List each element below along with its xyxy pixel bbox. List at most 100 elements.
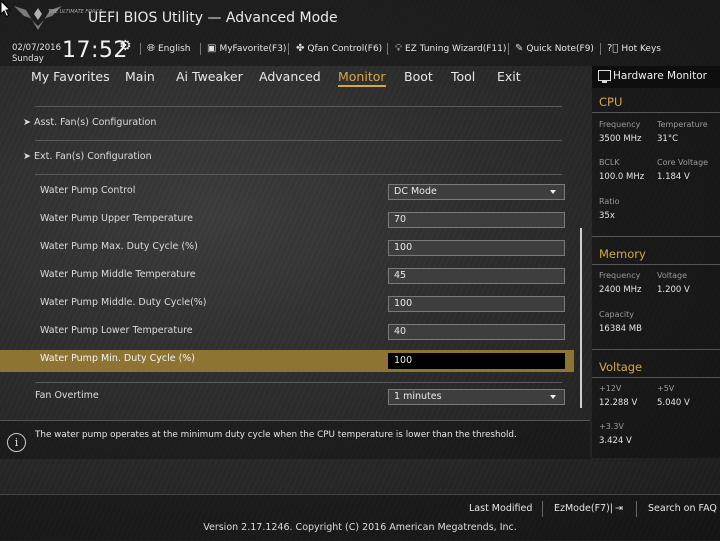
divider <box>592 112 720 113</box>
language-label: English <box>158 44 191 54</box>
middle-temperature-input[interactable]: 45 <box>388 268 565 284</box>
tab-main[interactable]: Main <box>125 69 155 84</box>
toolbar-divider <box>200 43 201 55</box>
toolbar-divider <box>140 43 141 55</box>
divider <box>592 264 720 265</box>
footer-divider <box>542 501 543 517</box>
exit-arrow-icon: ⇥ <box>615 503 623 514</box>
setting-label: Water Pump Middle Temperature <box>40 269 196 280</box>
ratio-value: 35x <box>599 211 615 221</box>
help-bar: i The water pump operates at the minimum… <box>0 420 590 459</box>
day-text: Sunday <box>12 54 44 64</box>
max-duty-cycle-input[interactable]: 100 <box>388 240 565 256</box>
cpu-temperature-label: Temperature <box>657 120 708 129</box>
memory-frequency-value: 2400 MHz <box>599 285 642 295</box>
setting-label: Water Pump Min. Duty Cycle (%) <box>40 353 196 364</box>
memory-voltage-value: 1.200 V <box>657 285 690 295</box>
tab-my-favorites[interactable]: My Favorites <box>31 69 110 84</box>
language-button[interactable]: 🌐︎ English <box>147 43 191 54</box>
memory-voltage-label: Voltage <box>657 271 688 280</box>
min-duty-cycle-input[interactable]: 100 <box>388 353 565 369</box>
last-modified-button[interactable]: Last Modified <box>469 503 532 514</box>
qfan-button[interactable]: ✤ Qfan Control(F6) <box>296 43 382 54</box>
ez-tuning-label: EZ Tuning Wizard(F11) <box>405 44 507 54</box>
note-icon: ✎ <box>515 43 524 54</box>
cpu-frequency-label: Frequency <box>599 120 641 129</box>
myfavorite-label: MyFavorite(F3) <box>219 44 287 54</box>
tab-tool[interactable]: Tool <box>451 69 475 84</box>
cpu-frequency-value: 3500 MHz <box>599 134 642 144</box>
submenu-ext-fans[interactable]: ➤ Ext. Fan(s) Configuration <box>23 151 152 162</box>
submenu-label: Ext. Fan(s) Configuration <box>33 151 152 162</box>
mouse-cursor-icon <box>0 0 12 18</box>
middle-duty-cycle-input[interactable]: 100 <box>388 296 565 312</box>
arrow-right-icon: ➤ <box>23 151 34 162</box>
tab-boot[interactable]: Boot <box>404 69 433 84</box>
submenu-asst-fans[interactable]: ➤ Asst. Fan(s) Configuration <box>23 117 156 128</box>
core-voltage-label: Core Voltage <box>657 158 709 167</box>
myfavorite-button[interactable]: ▣ MyFavorite(F3) <box>207 43 286 54</box>
lower-temperature-input[interactable]: 40 <box>388 324 565 340</box>
toolbar-divider <box>508 43 509 55</box>
ezmode-label: EzMode(F7)| <box>554 503 613 514</box>
tab-monitor[interactable]: Monitor <box>338 69 386 87</box>
ezmode-button[interactable]: EzMode(F7)| ⇥ <box>554 503 623 514</box>
submenu-label: Asst. Fan(s) Configuration <box>33 117 157 128</box>
search-faq-button[interactable]: Search on FAQ <box>648 503 717 514</box>
divider <box>35 140 562 141</box>
footer-divider <box>636 501 637 517</box>
fan-icon: ✤ <box>296 43 305 54</box>
water-pump-control-select[interactable]: DC Mode <box>388 184 565 200</box>
tab-advanced[interactable]: Advanced <box>259 69 321 84</box>
tab-exit[interactable]: Exit <box>497 69 521 84</box>
divider <box>592 349 720 350</box>
setting-label: Fan Overtime <box>35 390 99 401</box>
version-text: Version 2.17.1246. Copyright (C) 2016 Am… <box>203 522 517 533</box>
memory-frequency-label: Frequency <box>599 271 641 280</box>
scrollbar[interactable] <box>580 228 582 408</box>
divider <box>592 377 720 378</box>
cpu-heading: CPU <box>599 95 623 109</box>
gear-icon[interactable]: ⚙ <box>119 38 132 54</box>
divider <box>35 174 562 175</box>
setting-label: Water Pump Lower Temperature <box>40 325 193 336</box>
setting-label: Water Pump Upper Temperature <box>40 213 193 224</box>
quick-note-button[interactable]: ✎ Quick Note(F9) <box>515 43 594 54</box>
v12-value: 12.288 V <box>599 398 638 408</box>
hot-keys-label: Hot Keys <box>621 44 661 54</box>
tab-ai-tweaker[interactable]: Ai Tweaker <box>176 69 243 84</box>
footer-bar: Last Modified EzMode(F7)| ⇥ Search on FAQ… <box>0 494 720 541</box>
date-text: 02/07/2016 <box>12 43 61 53</box>
header-bar: THE ULTIMATE FORCE UEFI BIOS Utility — A… <box>0 0 720 66</box>
upper-temperature-input[interactable]: 70 <box>388 212 565 228</box>
setting-label: Water Pump Max. Duty Cycle (%) <box>40 241 198 252</box>
date-display: 02/07/2016 Sunday <box>12 43 61 65</box>
quick-note-label: Quick Note(F9) <box>526 44 594 54</box>
capacity-value: 16384 MB <box>599 324 642 334</box>
hot-keys-button[interactable]: ?⃞ Hot Keys <box>607 43 661 54</box>
v12-label: +12V <box>599 384 622 393</box>
globe-icon: 🌐︎ <box>147 43 155 54</box>
toolbar-divider <box>387 43 388 55</box>
arrow-right-icon: ➤ <box>23 117 34 128</box>
memory-heading: Memory <box>599 247 646 261</box>
fan-overtime-select[interactable]: 1 minutes <box>388 389 565 405</box>
monitor-icon <box>598 70 611 83</box>
hardware-monitor-header: Hardware Monitor <box>592 66 720 88</box>
info-icon: i <box>7 433 26 452</box>
v33-label: +3.3V <box>599 422 624 431</box>
favorite-icon: ▣ <box>207 43 217 54</box>
divider <box>592 236 720 237</box>
v33-value: 3.424 V <box>599 436 632 446</box>
setting-label: Water Pump Middle. Duty Cycle(%) <box>40 297 207 308</box>
divider <box>35 382 562 383</box>
settings-panel: ➤ Asst. Fan(s) Configuration ➤ Ext. Fan(… <box>0 88 590 416</box>
bclk-label: BCLK <box>599 158 620 167</box>
capacity-label: Capacity <box>599 310 634 319</box>
divider <box>35 106 562 107</box>
ez-tuning-button[interactable]: 💡︎ EZ Tuning Wizard(F11) <box>395 43 506 54</box>
hardware-monitor-panel: Hardware Monitor CPU Frequency Temperatu… <box>592 66 720 458</box>
voltage-heading: Voltage <box>599 360 643 374</box>
bulb-icon: 💡︎ <box>395 43 402 54</box>
v5-label: +5V <box>657 384 675 393</box>
